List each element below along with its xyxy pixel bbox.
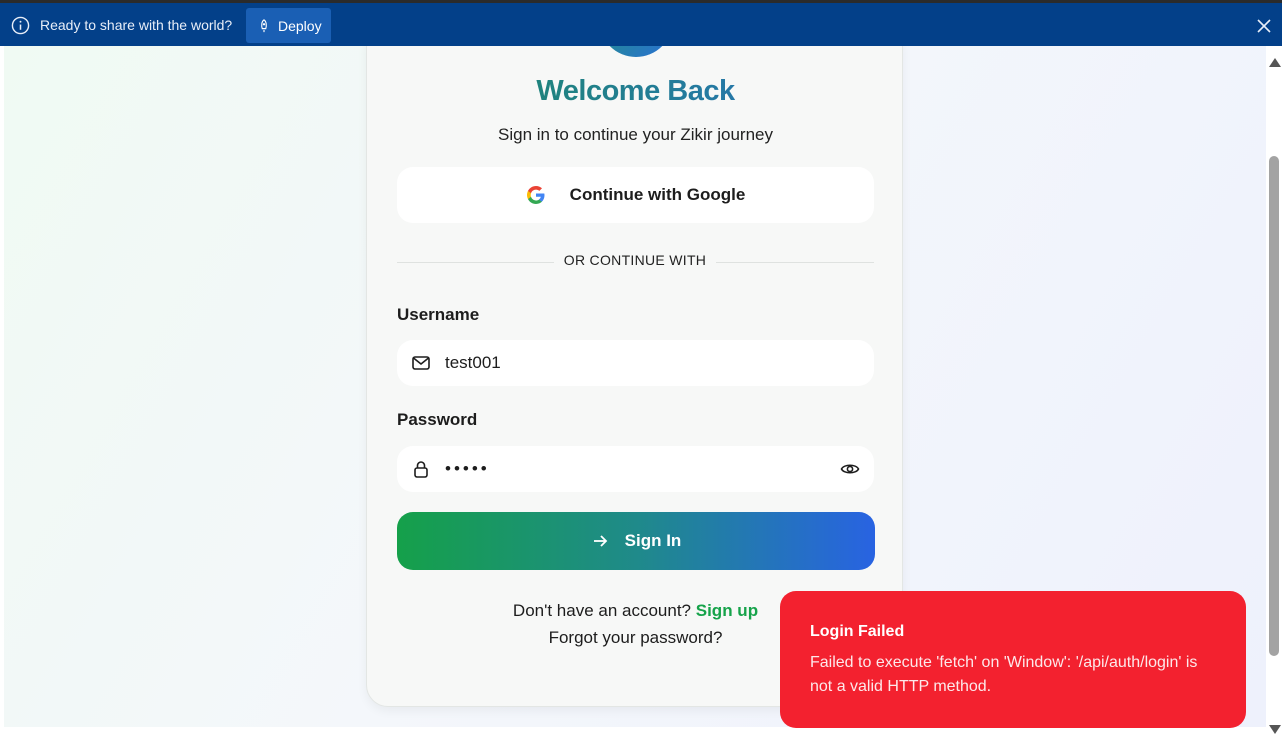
page-title: Welcome Back bbox=[367, 75, 904, 108]
error-toast[interactable]: Login Failed Failed to execute 'fetch' o… bbox=[780, 591, 1246, 728]
toast-title: Login Failed bbox=[810, 623, 905, 640]
page-bottom-strip bbox=[4, 727, 1266, 739]
rocket-icon bbox=[261, 18, 267, 32]
signup-link[interactable]: Sign up bbox=[696, 601, 758, 620]
username-label: Username bbox=[397, 305, 480, 324]
scroll-thumb[interactable] bbox=[1269, 156, 1279, 656]
deploy-button[interactable]: Deploy bbox=[246, 8, 331, 43]
banner-message: Ready to share with the world? bbox=[40, 17, 233, 33]
deploy-banner: Ready to share with the world? Deploy bbox=[0, 0, 1282, 46]
password-label: Password bbox=[397, 410, 478, 429]
info-icon bbox=[11, 16, 30, 35]
google-button-label: Continue with Google bbox=[569, 185, 746, 204]
username-field[interactable] bbox=[397, 340, 874, 386]
divider-text: OR CONTINUE WITH bbox=[554, 252, 716, 268]
scroll-up-arrow-icon[interactable] bbox=[1269, 58, 1281, 67]
username-input[interactable] bbox=[445, 348, 825, 378]
password-field[interactable] bbox=[397, 446, 874, 492]
arrow-right-icon bbox=[593, 535, 607, 547]
page-subtitle: Sign in to continue your Zikir journey bbox=[498, 125, 773, 144]
toast-message: Failed to execute 'fetch' on 'Window': '… bbox=[810, 654, 1198, 695]
signin-button[interactable]: Sign In bbox=[397, 512, 875, 570]
mail-icon bbox=[412, 356, 430, 370]
google-signin-button[interactable]: Continue with Google bbox=[397, 167, 874, 223]
deploy-button-label: Deploy bbox=[278, 17, 322, 34]
app-logo bbox=[599, 46, 673, 57]
eye-icon[interactable] bbox=[840, 459, 860, 479]
close-icon[interactable] bbox=[1257, 19, 1271, 33]
password-input[interactable] bbox=[445, 454, 825, 484]
scrollbar[interactable] bbox=[1266, 46, 1282, 739]
signin-button-label: Sign In bbox=[624, 531, 682, 550]
signup-prompt-text: Don't have an account? bbox=[512, 601, 692, 620]
google-icon bbox=[526, 186, 545, 204]
lock-icon bbox=[414, 461, 428, 478]
scroll-down-arrow-icon[interactable] bbox=[1269, 725, 1281, 734]
